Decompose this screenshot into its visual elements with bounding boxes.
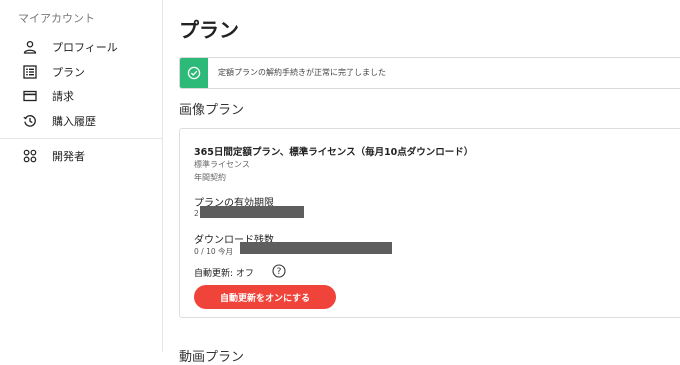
main-content: プラン 定額プランの解約手続きが正常に完了しました 画像プラン 365日間定額プ…	[163, 0, 680, 365]
sidebar-item-developer[interactable]: 開発者	[22, 147, 85, 165]
redacted-expiry	[200, 206, 304, 218]
sidebar-item-purchase-history[interactable]: 購入履歴	[22, 112, 96, 130]
success-banner: 定額プランの解約手続きが正常に完了しました	[179, 57, 680, 89]
sidebar-item-label: 購入履歴	[52, 115, 96, 128]
sidebar-item-label: 開発者	[52, 150, 85, 163]
page-title: プラン	[179, 18, 239, 42]
expiry-value: 2	[194, 209, 199, 218]
plan-name: 365日間定額プラン、標準ライセンス（毎月10点ダウンロード）	[194, 147, 474, 158]
sidebar-item-billing[interactable]: 請求	[22, 87, 74, 105]
section-title-video-plan: 動画プラン	[179, 350, 245, 365]
sidebar-divider	[0, 138, 162, 139]
banner-icon-box	[180, 58, 208, 88]
person-icon	[22, 39, 38, 55]
check-circle-icon	[187, 66, 201, 80]
sidebar-item-label: 請求	[52, 90, 74, 103]
sidebar-item-plan[interactable]: プラン	[22, 63, 85, 81]
list-icon	[22, 64, 38, 80]
plan-billing: 年間契約	[194, 173, 226, 182]
sidebar-item-label: プロフィール	[52, 41, 118, 54]
card-icon	[22, 88, 38, 104]
auto-renew-status: 自動更新: オフ	[194, 269, 254, 279]
svg-text:?: ?	[277, 267, 282, 277]
downloads-value: 0 / 10 今月	[194, 247, 233, 256]
help-icon[interactable]: ?	[272, 264, 286, 278]
sidebar-heading: マイアカウント	[18, 12, 95, 25]
sidebar: マイアカウント プロフィール プラン 請求 購入履歴 開発者	[0, 0, 163, 352]
redacted-downloads	[240, 242, 392, 254]
plan-license: 標準ライセンス	[194, 160, 250, 169]
apps-icon	[22, 148, 38, 164]
plan-card: 365日間定額プラン、標準ライセンス（毎月10点ダウンロード） 標準ライセンス …	[179, 128, 680, 318]
banner-message: 定額プランの解約手続きが正常に完了しました	[218, 68, 386, 77]
history-icon	[22, 113, 38, 129]
section-title-image-plan: 画像プラン	[179, 103, 245, 118]
sidebar-item-profile[interactable]: プロフィール	[22, 38, 118, 56]
sidebar-item-label: プラン	[52, 66, 85, 79]
enable-auto-renew-button[interactable]: 自動更新をオンにする	[194, 285, 336, 309]
